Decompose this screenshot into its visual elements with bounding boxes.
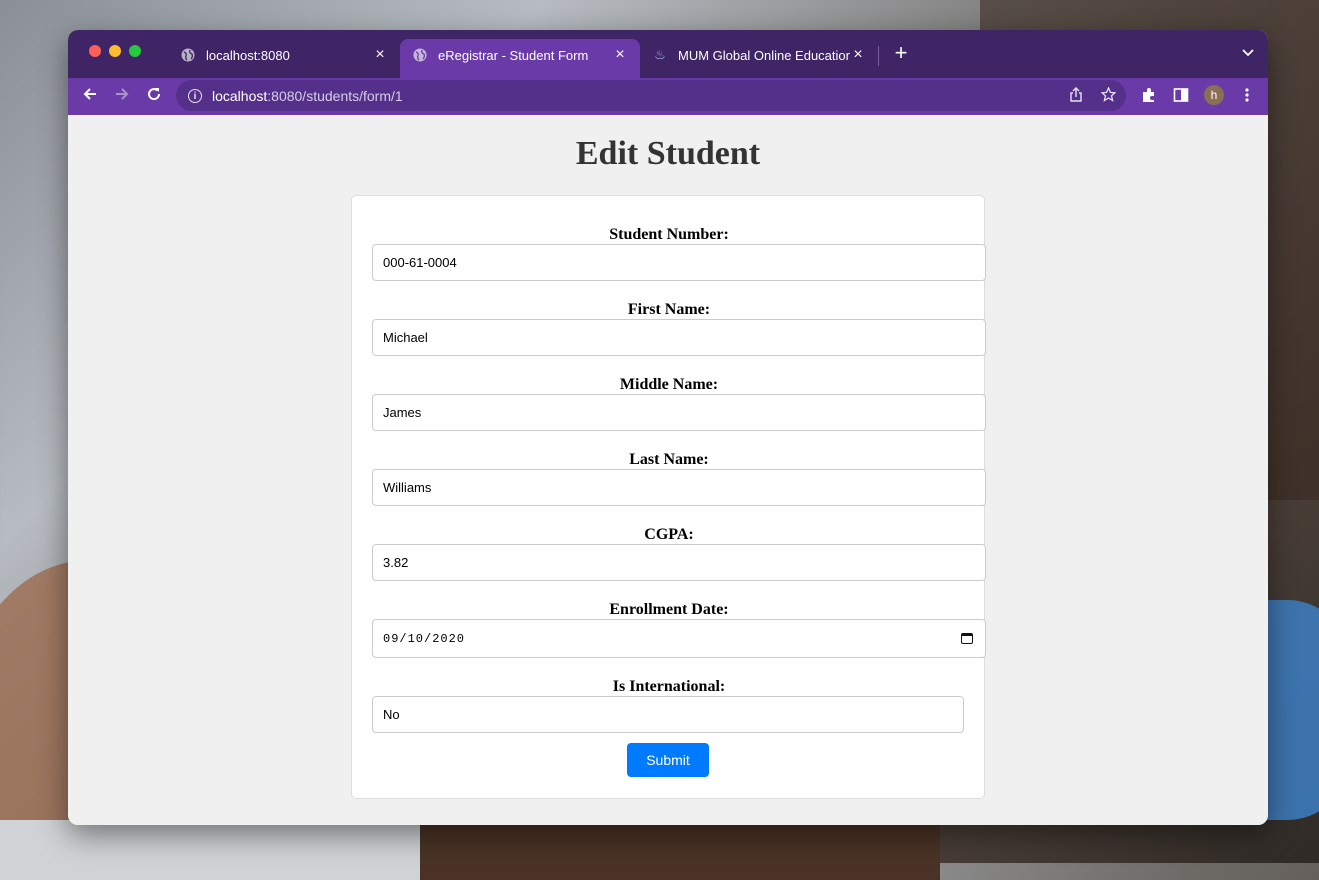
calendar-icon[interactable] (961, 633, 973, 644)
page-title: Edit Student (575, 135, 761, 172)
tab-title: eRegistrar - Student Form (438, 47, 589, 63)
reload-icon[interactable] (144, 86, 164, 106)
middle-name-label: Middle Name: (619, 376, 719, 393)
student-number-label: Student Number: (609, 226, 729, 243)
java-cup-icon: ♨ (654, 47, 666, 62)
forward-arrow-icon[interactable] (112, 86, 132, 106)
address-bar-actions (1069, 86, 1117, 105)
tab-title: localhost:8080 (206, 47, 290, 63)
close-window-button[interactable] (89, 45, 101, 57)
middle-name-input[interactable]: James (372, 394, 986, 431)
browser-window: localhost:8080 × eRegistrar - Student Fo… (68, 30, 1268, 825)
is-international-input[interactable]: No (372, 696, 964, 733)
background-shape (0, 820, 420, 880)
window-controls (89, 45, 141, 57)
tab-title: MUM Global Online Education : (678, 47, 850, 63)
last-name-input[interactable]: Williams (372, 469, 986, 506)
page-content: Edit Student Student Number: 000-61-0004… (68, 115, 1268, 825)
extensions-puzzle-icon[interactable] (1140, 86, 1158, 104)
is-international-label: Is International: (612, 678, 726, 695)
enrollment-date-value: 09/10/2020 (383, 631, 466, 646)
student-form: Student Number: 000-61-0004 First Name: … (351, 195, 986, 799)
profile-avatar[interactable]: h (1204, 85, 1224, 105)
back-arrow-icon[interactable] (80, 86, 100, 106)
background-shape (420, 820, 940, 880)
chevron-down-icon[interactable] (1242, 44, 1254, 60)
enrollment-date-label: Enrollment Date: (609, 601, 729, 618)
tab-bar: localhost:8080 × eRegistrar - Student Fo… (68, 30, 1268, 78)
more-options-icon[interactable] (1238, 86, 1256, 104)
minimize-window-button[interactable] (109, 45, 121, 57)
cgpa-label: CGPA: (644, 526, 694, 543)
last-name-label: Last Name: (629, 451, 709, 468)
globe-icon (180, 47, 196, 63)
browser-toolbar: i localhost:8080/students/form/1 h (68, 78, 1268, 115)
tab-student-form[interactable]: eRegistrar - Student Form × (400, 39, 640, 78)
globe-icon (412, 47, 428, 63)
first-name-label: First Name: (627, 301, 711, 318)
new-tab-button[interactable]: + (890, 42, 912, 64)
close-tab-icon[interactable]: × (612, 46, 628, 64)
info-icon[interactable]: i (188, 88, 202, 103)
close-tab-icon[interactable]: × (372, 46, 388, 64)
tab-mum-education[interactable]: ♨ MUM Global Online Education : × (640, 39, 878, 71)
url-host: localhost (212, 87, 268, 104)
student-number-input[interactable]: 000-61-0004 (372, 244, 986, 281)
address-bar[interactable]: i localhost:8080/students/form/1 (176, 80, 1126, 111)
first-name-input[interactable]: Michael (372, 319, 986, 356)
share-icon[interactable] (1069, 87, 1083, 105)
toolbar-actions: h (1140, 85, 1256, 105)
cgpa-input[interactable]: 3.82 (372, 544, 986, 581)
tab-localhost[interactable]: localhost:8080 × (168, 39, 400, 71)
side-panel-icon[interactable] (1172, 86, 1190, 104)
bookmark-star-icon[interactable] (1100, 86, 1117, 105)
maximize-window-button[interactable] (129, 45, 141, 57)
submit-button[interactable]: Submit (627, 743, 709, 777)
tab-separator (878, 46, 879, 66)
url-path: :8080/students/form/1 (267, 87, 403, 104)
enrollment-date-input[interactable]: 09/10/2020 (372, 619, 986, 658)
close-tab-icon[interactable]: × (850, 46, 866, 64)
